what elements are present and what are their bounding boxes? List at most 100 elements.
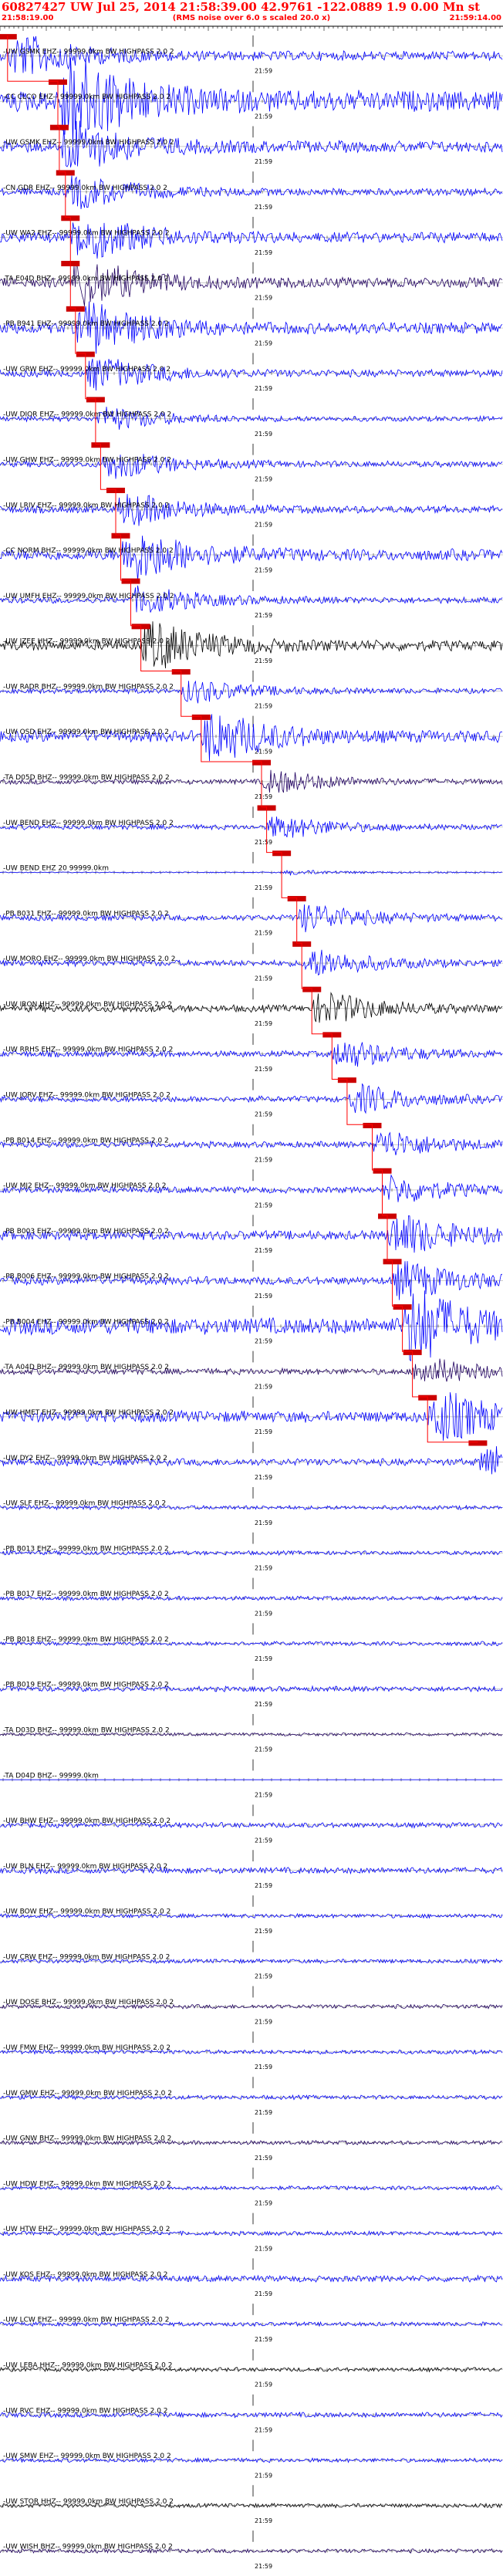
station-label: -CC CLCO EHZ-- 99999.0km BW HIGHPASS 2.0…	[3, 93, 170, 101]
minute-tick-label: 21:59	[255, 1338, 272, 1345]
station-label: -UW KOS EHZ-- 99999.0km BW HIGHPASS 2.0 …	[3, 2271, 168, 2279]
minute-tick-label: 21:59	[255, 522, 272, 529]
station-label: -UW BOW EHZ-- 99999.0km BW HIGHPASS 2.0 …	[3, 1908, 170, 1916]
minute-tick-label: 21:59	[255, 1111, 272, 1118]
minute-tick-label: 21:59	[255, 2427, 272, 2434]
station-label: -TA D04D BHZ-- 99999.0km	[3, 1772, 99, 1780]
station-label: -UW CRW EHZ-- 99999.0km BW HIGHPASS 2.0 …	[3, 1953, 170, 1961]
waveform-trace	[0, 536, 503, 581]
station-label: -UW WISH BHZ-- 99999.0km BW HIGHPASS 2.0…	[3, 2544, 173, 2551]
station-label: -PB B017 EHZ-- 99999.0km BW HIGHPASS 2.0…	[3, 1591, 169, 1598]
station-label: -PB B013 EHZ-- 99999.0km BW HIGHPASS 2.0…	[3, 1545, 169, 1553]
station-label: -PB B941 EHZ-- 99999.0km BW HIGHPASS 2.0…	[3, 320, 169, 328]
station-label: -UW RRHS EHZ-- 99999.0km BW HIGHPASS 2.0…	[3, 1046, 173, 1054]
station-label: -PB B006 EHZ-- 99999.0km BW HIGHPASS 2.0…	[3, 1273, 169, 1281]
station-label: -UW HDW EHZ-- 99999.0km BW HIGHPASS 2.0 …	[3, 2180, 171, 2188]
station-label: -CN GDR EHZ-- 99999.0km BW HIGHPASS 2.0 …	[3, 184, 167, 192]
minute-tick-label: 21:59	[255, 2290, 272, 2297]
station-label: -PB B003 EHZ-- 99999.0km BW HIGHPASS 2.0…	[3, 1228, 169, 1236]
minute-tick-label: 21:59	[255, 884, 272, 891]
station-label: -UW BLN EHZ-- 99999.0km BW HIGHPASS 2.0 …	[3, 1863, 167, 1871]
waveform-trace	[0, 358, 503, 391]
station-label: -UW RVC EHZ-- 99999.0km BW HIGHPASS 2.0 …	[3, 2407, 168, 2415]
minute-tick-label: 21:59	[255, 2018, 272, 2025]
minute-tick-label: 21:59	[255, 2336, 272, 2343]
minute-tick-label: 21:59	[255, 1066, 272, 1073]
station-label: -UW GRW EHZ-- 99999.0km BW HIGHPASS 2.0 …	[3, 366, 170, 374]
station-label: -TA D05D BHZ-- 99999.0km BW HIGHPASS 2.0…	[3, 774, 170, 782]
minute-tick-label: 21:59	[255, 1293, 272, 1300]
station-label: -UW GSMK EHZ-- 99999.0km BW HIGHPASS 2.0…	[3, 139, 174, 147]
minute-tick-label: 21:59	[255, 839, 272, 846]
station-label: -TA A04D BHZ-- 99999.0km BW HIGHPASS 2.0…	[3, 1364, 169, 1371]
waveform-trace	[0, 904, 503, 933]
minute-tick-label: 21:59	[255, 385, 272, 392]
minute-tick-label: 21:59	[255, 1792, 272, 1799]
minute-tick-label: 21:59	[255, 2472, 272, 2479]
minute-tick-label: 21:59	[255, 566, 272, 573]
station-label: -UW RADR BHZ-- 99999.0km BW HIGHPASS 2.0…	[3, 683, 174, 691]
station-label: -UW SLF EHZ-- 99999.0km BW HIGHPASS 2.0 …	[3, 1500, 166, 1508]
station-label: -UW WA2 EHZ-- 99999.0km BW HIGHPASS 2.0 …	[3, 230, 170, 238]
station-label: -UW HMET EHZ-- 99999.0km BW HIGHPASS 2.0…	[3, 1409, 174, 1417]
waveform-trace	[0, 222, 503, 259]
station-label: -PB B018 EHZ-- 99999.0km BW HIGHPASS 2.0…	[3, 1636, 169, 1644]
waveform-trace	[0, 714, 503, 762]
station-label: -PB B019 EHZ-- 99999.0km BW HIGHPASS 2.0…	[3, 1682, 169, 1689]
waveform-trace	[0, 57, 503, 147]
minute-tick-label: 21:59	[255, 476, 272, 483]
minute-tick-label: 21:59	[255, 1157, 272, 1164]
minute-tick-label: 21:59	[255, 249, 272, 256]
station-label: -UW UMFH EHZ-- 99999.0km BW HIGHPASS 2.0…	[3, 593, 174, 600]
minute-tick-label: 21:59	[255, 2109, 272, 2116]
station-label: -UW SMW EHZ-- 99999.0km BW HIGHPASS 2.0 …	[3, 2453, 171, 2460]
minute-tick-label: 21:59	[255, 703, 272, 710]
minute-tick-label: 21:59	[255, 204, 272, 211]
minute-tick-label: 21:59	[255, 1474, 272, 1481]
minute-tick-label: 21:59	[255, 793, 272, 800]
minute-tick-label: 21:59	[255, 2517, 272, 2524]
minute-tick-label: 21:59	[255, 2563, 272, 2570]
minute-tick-label: 21:59	[255, 1701, 272, 1708]
waveform-trace	[0, 262, 503, 306]
station-label: -UW BHW EHZ-- 99999.0km BW HIGHPASS 2.0 …	[3, 1817, 170, 1825]
station-label: -UW MJ2 EHZ-- 99999.0km BW HIGHPASS 2.0 …	[3, 1182, 166, 1190]
station-label: -UW OSD EHZ-- 99999.0km BW HIGHPASS 2.0 …	[3, 729, 169, 736]
minute-tick-label: 21:59	[255, 1928, 272, 1935]
station-label: -UW IZEE HHZ-- 99999.0km BW HIGHPASS 2.0…	[3, 638, 170, 646]
minute-tick-label: 21:59	[255, 930, 272, 937]
minute-tick-label: 21:59	[255, 1655, 272, 1662]
minute-tick-label: 21:59	[255, 2382, 272, 2388]
minute-tick-label: 21:59	[255, 1247, 272, 1254]
station-label: -UW DOSE BHZ-- 99999.0km BW HIGHPASS 2.0…	[3, 1999, 174, 2006]
station-label: -PB B031 EHZ-- 99999.0km BW HIGHPASS 2.0…	[3, 910, 169, 918]
station-label: -UW JORV EHZ-- 99999.0km BW HIGHPASS 2.0…	[3, 1091, 170, 1099]
station-label: -UW LEBA HHZ-- 99999.0km BW HIGHPASS 2.0…	[3, 2361, 172, 2369]
minute-tick-label: 21:59	[255, 1428, 272, 1435]
waveform-trace	[0, 175, 503, 209]
minute-tick-label: 21:59	[255, 658, 272, 664]
minute-tick-label: 21:59	[255, 1202, 272, 1209]
minute-tick-label: 21:59	[255, 68, 272, 75]
seismogram-plot: 21:59 -UW GSMK EHZ-- 99999.0km BW HIGHPAS…	[0, 25, 503, 2570]
minute-tick-label: 21:59	[255, 1610, 272, 1617]
station-label: -PB B014 EHZ-- 99999.0km BW HIGHPASS 2.0…	[3, 1137, 169, 1144]
station-label: -CC NORM BHZ-- 99999.0km BW HIGHPASS 2.0…	[3, 547, 174, 555]
minute-tick-label: 21:59	[255, 612, 272, 619]
minute-tick-label: 21:59	[255, 2064, 272, 2071]
minute-tick-label: 21:59	[255, 295, 272, 302]
minute-tick-label: 21:59	[255, 1383, 272, 1390]
minute-tick-label: 21:59	[255, 2200, 272, 2207]
minute-tick-label: 21:59	[255, 1882, 272, 1889]
station-label: -UW BEND EHZ-- 99999.0km BW HIGHPASS 2.0…	[3, 820, 174, 827]
minute-tick-label: 21:59	[255, 2155, 272, 2162]
station-label: -UW IRON HHZ-- 99999.0km BW HIGHPASS 2.0…	[3, 1001, 172, 1009]
minute-tick-label: 21:59	[255, 975, 272, 982]
station-label: -UW GNW BHZ-- 99999.0km BW HIGHPASS 2.0 …	[3, 2135, 171, 2143]
station-label: -PB B004 EHZ-- 99999.0km BW HIGHPASS 2.0…	[3, 1318, 169, 1326]
minute-tick-label: 21:59	[255, 158, 272, 165]
station-label: -UW HTW EHZ-- 99999.0km BW HIGHPASS 2.0 …	[3, 2226, 170, 2233]
minute-tick-label: 21:59	[255, 1520, 272, 1526]
station-label: -UW GHW EHZ-- 99999.0km BW HIGHPASS 2.0 …	[3, 456, 171, 464]
station-label: -UW LRIV EHZ-- 99999.0km BW HIGHPASS 2.0…	[3, 502, 169, 509]
